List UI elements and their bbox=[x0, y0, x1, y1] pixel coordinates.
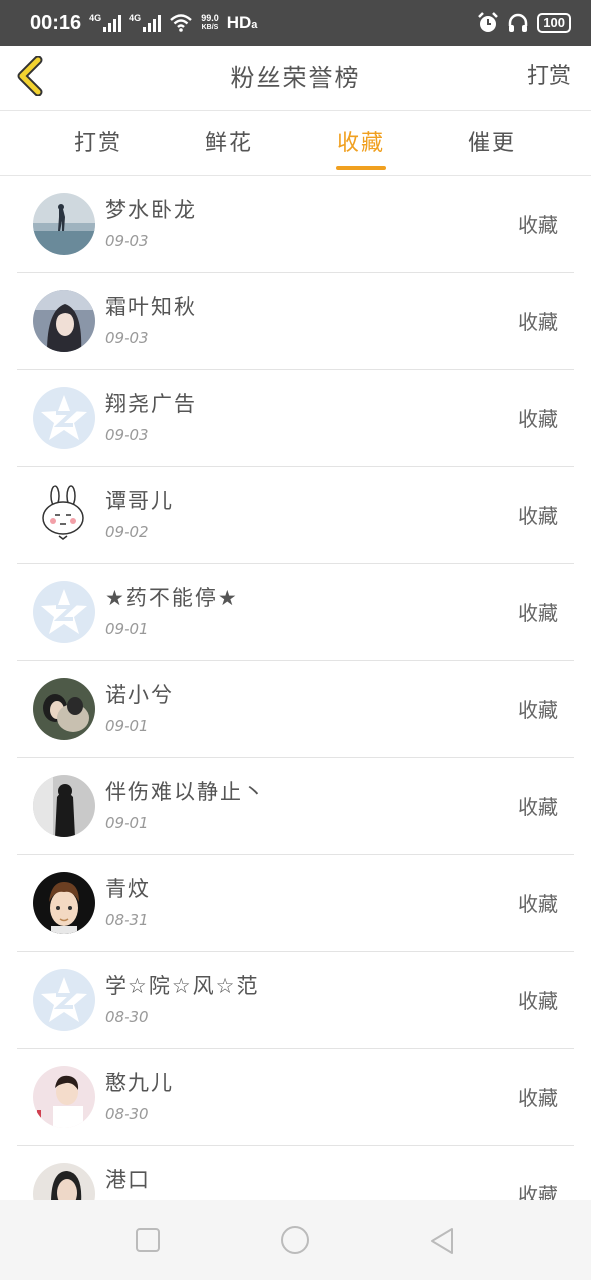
avatar[interactable] bbox=[33, 581, 95, 643]
action-label: 收藏 bbox=[518, 698, 558, 722]
home-icon[interactable] bbox=[279, 1226, 311, 1258]
list-item[interactable]: 学☆院☆风☆范 08-30 收藏 bbox=[17, 952, 574, 1049]
list-item[interactable]: 憨九儿 08-30 收藏 bbox=[17, 1049, 574, 1146]
user-name: 谭哥儿 bbox=[105, 489, 174, 513]
avatar[interactable] bbox=[33, 775, 95, 837]
tab-favorites[interactable]: 收藏 bbox=[301, 125, 421, 157]
tab-reward[interactable]: 打赏 bbox=[38, 125, 158, 157]
date: 09-01 bbox=[105, 814, 149, 832]
network-type-1: 4G bbox=[89, 13, 102, 23]
user-name: 学☆院☆风☆范 bbox=[105, 974, 260, 998]
date: 09-02 bbox=[105, 523, 149, 541]
status-bar: 00:16 4G 4G 99.0 KB/S HDa 100 bbox=[0, 0, 591, 46]
action-label: 收藏 bbox=[518, 504, 558, 528]
list-item[interactable]: 梦水卧龙 09-03 收藏 bbox=[17, 176, 574, 273]
user-name: 霜叶知秋 bbox=[105, 295, 197, 319]
user-name: 诺小兮 bbox=[105, 683, 174, 707]
date: 09-01 bbox=[105, 717, 149, 735]
action-label: 收藏 bbox=[518, 892, 558, 916]
wifi-icon bbox=[170, 14, 192, 32]
system-nav-bar bbox=[0, 1200, 591, 1280]
net-speed: 99.0 KB/S bbox=[201, 14, 219, 32]
date: 09-03 bbox=[105, 232, 149, 250]
alarm-icon bbox=[478, 12, 499, 32]
action-label: 收藏 bbox=[518, 1086, 558, 1110]
list-item[interactable]: 青炆 08-31 收藏 bbox=[17, 855, 574, 952]
avatar[interactable] bbox=[33, 872, 95, 934]
user-name: 伴伤难以静止丶 bbox=[105, 780, 266, 804]
active-tab-indicator bbox=[336, 166, 386, 170]
action-label: 收藏 bbox=[518, 213, 558, 237]
net-speed-unit: KB/S bbox=[201, 24, 219, 31]
action-label: 收藏 bbox=[518, 989, 558, 1013]
net-speed-value: 99.0 bbox=[201, 13, 219, 23]
hd-label: HD bbox=[226, 13, 252, 32]
action-label: 收藏 bbox=[518, 1183, 558, 1200]
status-right: 100 bbox=[477, 12, 571, 34]
list-item[interactable]: ★药不能停★ 09-01 收藏 bbox=[17, 564, 574, 661]
hd-indicator: HDa bbox=[226, 13, 258, 32]
user-name: 青炆 bbox=[105, 877, 151, 901]
avatar[interactable] bbox=[33, 969, 95, 1031]
list-item[interactable]: 伴伤难以静止丶 09-01 收藏 bbox=[17, 758, 574, 855]
action-label: 收藏 bbox=[518, 310, 558, 334]
recent-apps-icon[interactable] bbox=[134, 1226, 162, 1254]
date: 09-01 bbox=[105, 620, 149, 638]
action-label: 收藏 bbox=[518, 407, 558, 431]
page-title: 粉丝荣誉榜 bbox=[230, 64, 361, 92]
avatar[interactable] bbox=[33, 387, 95, 449]
list-item[interactable]: 谭哥儿 09-02 收藏 bbox=[17, 467, 574, 564]
network-type-2: 4G bbox=[129, 13, 142, 23]
user-name: 港口 bbox=[105, 1168, 151, 1192]
fan-list[interactable]: 梦水卧龙 09-03 收藏 霜叶知秋 09-03 收藏 翔尧广告 09-03 收… bbox=[0, 176, 591, 1200]
status-left: 00:16 4G 4G 99.0 KB/S HDa bbox=[30, 12, 257, 35]
date: 08-31 bbox=[105, 911, 149, 929]
top-bar: 粉丝荣誉榜 打赏 bbox=[0, 46, 591, 111]
signal-1-icon: 4G bbox=[89, 13, 122, 32]
list-item[interactable]: 港口 收藏 bbox=[17, 1146, 574, 1200]
avatar[interactable] bbox=[33, 193, 95, 255]
list-item[interactable]: 霜叶知秋 09-03 收藏 bbox=[17, 273, 574, 370]
action-label: 收藏 bbox=[518, 795, 558, 819]
back-icon[interactable] bbox=[428, 1226, 456, 1256]
user-name: ★药不能停★ bbox=[105, 586, 239, 610]
status-time: 00:16 bbox=[30, 11, 82, 34]
action-label: 收藏 bbox=[518, 601, 558, 625]
user-name: 梦水卧龙 bbox=[105, 198, 197, 222]
signal-2-icon: 4G bbox=[129, 13, 162, 32]
avatar[interactable] bbox=[33, 1066, 95, 1128]
avatar[interactable] bbox=[33, 484, 95, 546]
tab-bar: 打赏 鲜花 收藏 催更 bbox=[0, 111, 591, 176]
date: 09-03 bbox=[105, 426, 149, 444]
avatar[interactable] bbox=[33, 1163, 95, 1200]
date: 08-30 bbox=[105, 1105, 149, 1123]
tab-urge-update[interactable]: 催更 bbox=[432, 125, 552, 157]
user-name: 翔尧广告 bbox=[105, 392, 197, 416]
battery-icon: 100 bbox=[537, 13, 571, 33]
reward-button[interactable]: 打赏 bbox=[527, 58, 571, 90]
headphones-icon bbox=[509, 13, 528, 32]
avatar[interactable] bbox=[33, 290, 95, 352]
date: 08-30 bbox=[105, 1008, 149, 1026]
tab-flowers[interactable]: 鲜花 bbox=[169, 125, 289, 157]
avatar[interactable] bbox=[33, 678, 95, 740]
user-name: 憨九儿 bbox=[105, 1071, 174, 1095]
list-item[interactable]: 诺小兮 09-01 收藏 bbox=[17, 661, 574, 758]
list-item[interactable]: 翔尧广告 09-03 收藏 bbox=[17, 370, 574, 467]
date: 09-03 bbox=[105, 329, 149, 347]
